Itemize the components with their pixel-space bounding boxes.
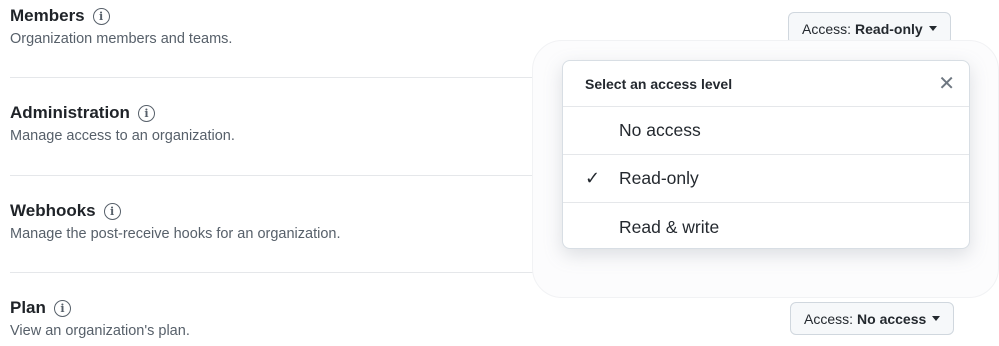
- permission-title: Webhooks: [10, 201, 96, 220]
- access-prefix: Access:: [802, 20, 852, 37]
- permission-title: Members: [10, 6, 85, 25]
- access-value: No access: [857, 310, 927, 327]
- menu-item-label: No access: [619, 120, 701, 140]
- menu-item-read-only[interactable]: ✓ Read-only: [563, 155, 969, 203]
- info-icon[interactable]: i: [103, 202, 121, 220]
- menu-title: Select an access level: [585, 75, 733, 92]
- menu-header: Select an access level ✕: [563, 61, 969, 107]
- info-icon[interactable]: i: [92, 7, 110, 25]
- permission-title: Plan: [10, 298, 46, 317]
- caret-down-icon: [928, 26, 937, 31]
- permission-title: Administration: [10, 103, 130, 122]
- info-icon[interactable]: i: [137, 104, 155, 122]
- access-dropdown-button-plan[interactable]: Access: No access: [790, 302, 955, 335]
- check-icon: ✓: [585, 168, 601, 188]
- menu-item-no-access[interactable]: No access: [563, 107, 969, 155]
- caret-down-icon: [932, 316, 941, 321]
- access-value: Read-only: [855, 20, 923, 37]
- access-prefix: Access:: [804, 310, 854, 327]
- info-icon[interactable]: i: [53, 299, 71, 317]
- close-icon[interactable]: ✕: [938, 74, 955, 94]
- menu-item-label: Read-only: [619, 168, 699, 188]
- menu-item-read-write[interactable]: Read & write: [563, 203, 969, 248]
- access-level-menu: Select an access level ✕ No access ✓ Rea…: [562, 60, 970, 249]
- menu-item-label: Read & write: [619, 216, 720, 237]
